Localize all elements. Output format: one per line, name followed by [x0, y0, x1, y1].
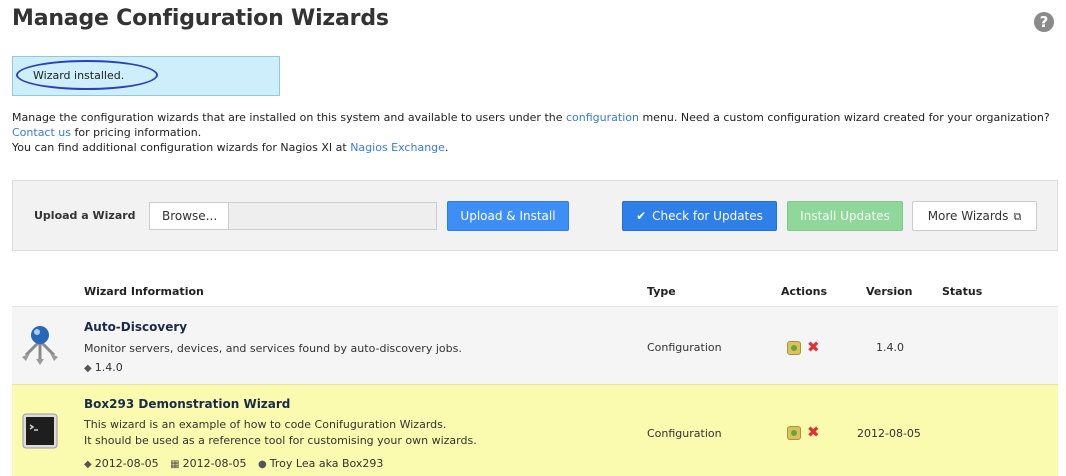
terminal-icon: [22, 413, 58, 449]
wizard-author: Troy Lea aka Box293: [269, 457, 384, 470]
upload-panel: Upload a Wizard Browse... Upload & Insta…: [12, 180, 1058, 251]
auto-discovery-icon: [20, 321, 60, 365]
install-wizard-icon[interactable]: [787, 341, 801, 355]
user-icon: ●: [258, 459, 267, 470]
header-status[interactable]: Status: [942, 285, 982, 298]
configuration-link[interactable]: configuration: [566, 111, 639, 124]
intro-text: Manage the configuration wizards that ar…: [12, 110, 1058, 155]
status-alert: Wizard installed.: [12, 56, 280, 96]
intro-text-2: menu. Need a custom configuration wizard…: [638, 111, 1050, 124]
delete-icon[interactable]: ✖: [807, 340, 820, 355]
intro-text-1: Manage the configuration wizards that ar…: [12, 111, 566, 124]
wizard-type: Configuration: [647, 341, 722, 354]
nagios-exchange-link[interactable]: Nagios Exchange: [350, 141, 445, 154]
header-actions: Actions: [781, 285, 827, 298]
wizard-description-line-1: This wizard is an example of how to code…: [84, 418, 447, 431]
install-wizard-icon[interactable]: [787, 426, 801, 440]
more-wizards-button[interactable]: More Wizards ⧉: [912, 201, 1037, 231]
wizard-version: 1.4.0: [876, 341, 904, 354]
wizard-version-tag: ◆ 1.4.0: [84, 361, 123, 374]
header-type[interactable]: Type: [647, 285, 676, 298]
wizard-tag-version: 1.4.0: [94, 361, 123, 374]
intro-text-4: You can find additional configuration wi…: [12, 141, 351, 154]
install-updates-button[interactable]: Install Updates: [787, 201, 903, 231]
wizard-name: Box293 Demonstration Wizard: [84, 397, 291, 411]
delete-icon[interactable]: ✖: [807, 425, 820, 440]
table-row: Box293 Demonstration Wizard This wizard …: [12, 384, 1058, 476]
more-wizards-label: More Wizards: [927, 209, 1009, 223]
check-icon: ✔: [636, 209, 647, 223]
intro-text-3: for pricing information.: [71, 126, 202, 139]
header-wizard-information[interactable]: Wizard Information: [84, 285, 204, 298]
upload-label: Upload a Wizard: [34, 209, 136, 222]
wizard-name: Auto-Discovery: [84, 320, 188, 334]
browse-button[interactable]: Browse...: [149, 202, 229, 230]
wizard-version: 2012-08-05: [857, 427, 921, 440]
wizard-date: 2012-08-05: [182, 457, 247, 470]
wizard-description: Monitor servers, devices, and services f…: [84, 342, 462, 355]
check-updates-label: Check for Updates: [652, 209, 763, 223]
help-icon[interactable]: ?: [1034, 12, 1054, 32]
check-updates-button[interactable]: ✔ Check for Updates: [622, 201, 777, 231]
wizard-type: Configuration: [647, 427, 722, 440]
wizard-tag-version: 2012-08-05: [94, 457, 159, 470]
external-link-icon: ⧉: [1013, 210, 1022, 223]
alert-message: Wizard installed.: [33, 69, 125, 82]
contact-us-link[interactable]: Contact us: [12, 126, 71, 139]
upload-install-button[interactable]: Upload & Install: [447, 201, 569, 231]
intro-text-5: .: [444, 141, 449, 154]
table-row: Auto-Discovery Monitor servers, devices,…: [12, 306, 1058, 384]
tag-icon: ◆: [84, 459, 92, 470]
header-version[interactable]: Version: [866, 285, 913, 298]
wizard-meta: ◆ 2012-08-05 ▦ 2012-08-05 ● Troy Lea aka Bo…: [84, 457, 383, 470]
wizard-description-line-2: It should be used as a reference tool fo…: [84, 434, 477, 447]
calendar-icon: ▦: [170, 459, 180, 470]
tag-icon: ◆: [84, 363, 92, 374]
page-title: Manage Configuration Wizards: [12, 6, 389, 31]
file-name-field[interactable]: [229, 202, 437, 230]
